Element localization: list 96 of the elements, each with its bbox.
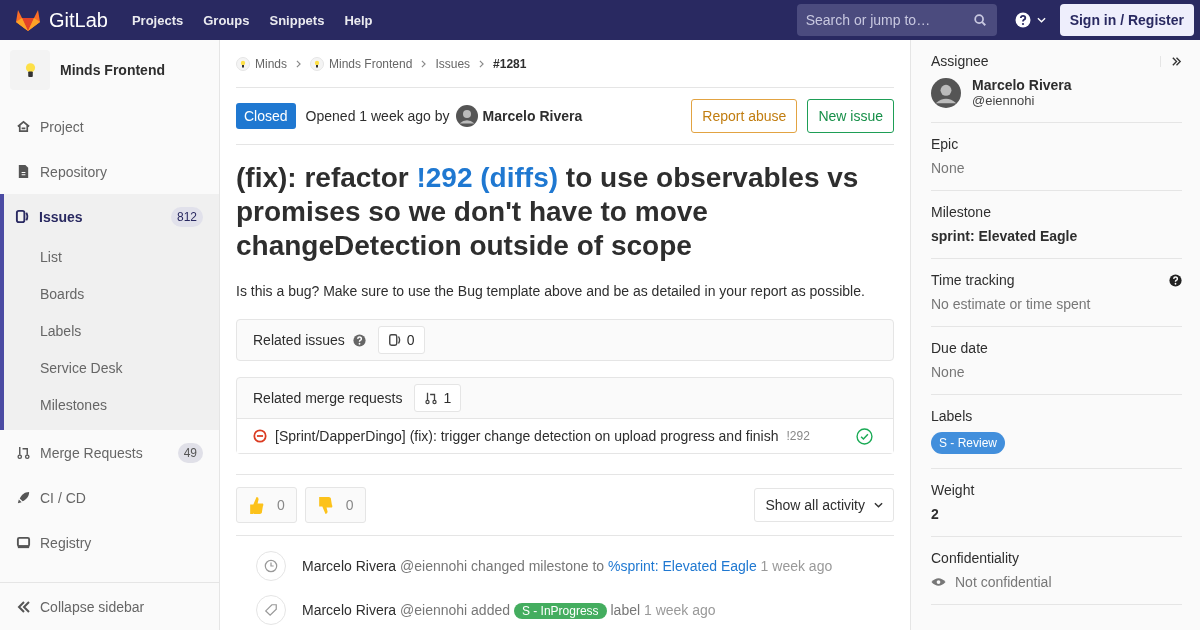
block-title: Time tracking — [931, 272, 1015, 288]
merge-request-icon — [424, 391, 439, 405]
count-badge: 49 — [177, 442, 203, 463]
block-value: No estimate or time spent — [931, 296, 1091, 312]
block-value: Not confidential — [955, 574, 1052, 590]
card-title: Related merge requests — [253, 390, 403, 406]
help-icon[interactable] — [1169, 273, 1182, 287]
count-text: 1 — [443, 390, 452, 406]
issues-icon — [387, 333, 402, 347]
block-value: None — [931, 364, 965, 380]
breadcrumb-link[interactable]: Minds Frontend — [329, 56, 413, 71]
block-title: Weight — [931, 482, 975, 498]
lightbulb-icon — [24, 61, 36, 79]
breadcrumb-link[interactable]: #1281 — [493, 56, 527, 71]
count-badge: 812 — [170, 206, 203, 227]
block-title: Due date — [931, 340, 988, 356]
sidebar-subitem[interactable]: List — [4, 239, 219, 276]
rocket-icon — [16, 490, 31, 505]
caret-icon — [1036, 17, 1046, 23]
fox-logo-icon — [15, 8, 41, 32]
award-button[interactable]: 0 — [304, 487, 366, 523]
nav-link[interactable]: Groups — [203, 12, 250, 28]
help-icon — [1014, 12, 1031, 28]
block-title: Assignee — [931, 53, 989, 69]
author-link[interactable]: Marcelo Rivera — [302, 602, 397, 618]
author-link[interactable]: Marcelo Rivera — [302, 558, 397, 574]
lightbulb-avatar-icon — [236, 56, 250, 71]
issues-icon — [15, 209, 30, 224]
award-button[interactable]: 0 — [236, 487, 297, 523]
action-button[interactable]: New issue — [807, 99, 894, 133]
sidebar-item[interactable]: Project — [0, 104, 219, 149]
thumbs-down-icon — [316, 495, 334, 515]
issue-title: (fix): refactor !292 (diffs) to use observables vs promises so we don't have to move changeDetection outside of scope — [236, 161, 860, 263]
avatar-icon — [931, 77, 961, 108]
chevron-right-icon — [479, 59, 485, 68]
search-field[interactable]: Search or jump to… — [796, 4, 997, 36]
breadcrumb-link[interactable]: Minds — [255, 56, 287, 71]
card-title: Related issues — [253, 332, 345, 348]
assignee-name[interactable]: Marcelo Rivera — [972, 77, 1072, 93]
block-value: 2 — [931, 506, 939, 522]
sidebar-subitem[interactable]: Labels — [4, 313, 219, 350]
check-circle-icon — [856, 427, 873, 445]
sign-in-button[interactable]: Sign in / Register — [1059, 4, 1194, 36]
breadcrumb-link[interactable]: Issues — [435, 56, 471, 71]
project-name[interactable]: Minds Frontend — [60, 62, 165, 78]
block-title: Confidentiality — [931, 550, 1019, 566]
sidebar-item[interactable]: Repository — [0, 149, 219, 194]
milestone-link[interactable]: %sprint: Elevated Eagle — [608, 558, 757, 574]
chevron-right-icon — [296, 59, 301, 68]
opened-text: Opened 1 week ago by — [305, 108, 450, 124]
sidebar-item[interactable]: Issues 812 — [4, 194, 219, 239]
tag-icon — [256, 595, 286, 625]
caret-icon — [874, 502, 883, 508]
block-value: sprint: Elevated Eagle — [931, 228, 1078, 244]
clock-icon — [256, 551, 286, 581]
merge-request-reference: !292 — [786, 429, 810, 443]
block-title: Milestone — [931, 204, 991, 220]
status-badge: Closed — [236, 103, 296, 129]
block-title: Epic — [931, 136, 959, 152]
lightbulb-avatar-icon — [310, 56, 324, 71]
document-icon — [16, 164, 31, 179]
issue-description: Is this a bug? Make sure to use the Bug template above and be as detailed in your report as possible. — [236, 283, 866, 299]
sidebar-subitem[interactable]: Boards — [4, 276, 219, 313]
assignee-username: @eiennohi — [972, 93, 1036, 108]
avatar-icon — [455, 105, 478, 127]
count-text: 0 — [406, 332, 415, 348]
activity-note: Marcelo Rivera @eiennohi added S - InProgress label 1 week ago — [302, 602, 716, 618]
activity-filter-dropdown[interactable]: Show all activity — [754, 488, 894, 522]
sidebar-subitem[interactable]: Milestones — [4, 387, 219, 424]
brand-name[interactable]: GitLab — [49, 8, 108, 32]
block-title: Labels — [931, 408, 973, 424]
merge-request-link[interactable]: [Sprint/DapperDingo] (fix): trigger change detection on upload progress and finish — [275, 428, 779, 444]
author-link[interactable]: Marcelo Rivera — [482, 108, 583, 124]
sidebar-item[interactable]: Merge Requests 49 — [0, 430, 219, 475]
sidebar-subitem[interactable]: Service Desk — [4, 350, 219, 387]
nav-link[interactable]: Help — [344, 12, 373, 28]
label-tag[interactable]: S - Review — [931, 432, 1005, 454]
block-value: None — [931, 160, 965, 176]
activity-note: Marcelo Rivera @eiennohi changed milestone to %sprint: Elevated Eagle 1 week ago — [302, 558, 833, 574]
chevron-right-icon — [421, 59, 427, 68]
closed-status-icon — [253, 429, 267, 443]
sidebar-item[interactable]: Registry — [0, 520, 219, 565]
thumbs-up-icon — [248, 495, 265, 515]
home-icon — [16, 119, 31, 134]
search-icon — [972, 13, 987, 27]
nav-link[interactable]: Projects — [131, 12, 184, 28]
action-button[interactable]: Report abuse — [691, 99, 798, 133]
merge-request-icon — [16, 445, 31, 460]
sidebar-item[interactable]: CI / CD — [0, 475, 219, 520]
merge-request-link[interactable]: !292 (diffs) — [416, 162, 559, 193]
double-chevron-right-icon[interactable] — [1160, 55, 1182, 67]
eye-icon — [931, 577, 946, 587]
nav-link[interactable]: Snippets — [269, 12, 325, 28]
monitor-icon — [16, 535, 31, 550]
help-dropdown[interactable] — [1014, 12, 1046, 28]
double-chevron-left-icon — [16, 598, 32, 615]
